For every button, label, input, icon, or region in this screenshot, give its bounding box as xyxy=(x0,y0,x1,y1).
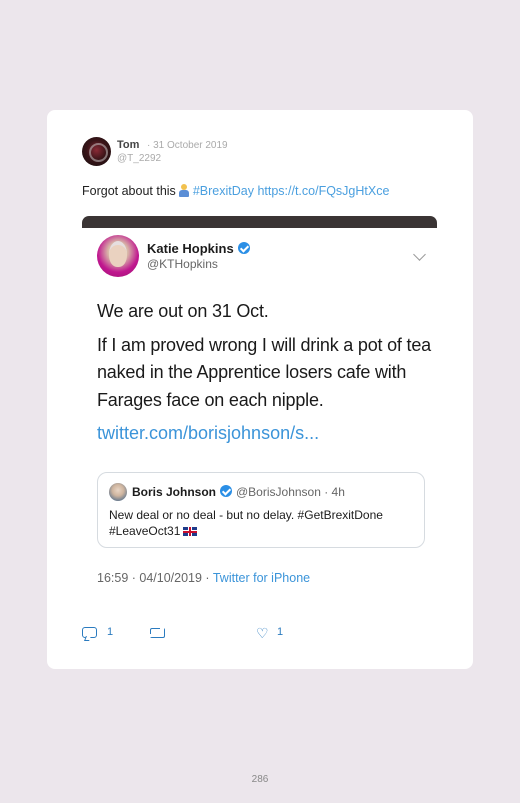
embedded-text-line: We are out on 31 Oct. xyxy=(97,301,269,321)
embedded-author-name-text[interactable]: Katie Hopkins xyxy=(147,241,234,256)
reply-count: 1 xyxy=(107,626,114,638)
embedded-text-line: Farages face on each nipple. xyxy=(97,390,324,410)
embedded-author-handle[interactable]: @KTHopkins xyxy=(147,257,218,271)
tom-avatar[interactable] xyxy=(82,137,111,166)
embedded-tweet-meta: 16:59 · 04/10/2019 · Twitter for iPhone xyxy=(97,571,310,585)
post-author-name[interactable]: Tom xyxy=(117,139,139,151)
embedded-tweet[interactable]: Katie Hopkins @KTHopkins We are out on 3… xyxy=(82,228,437,611)
quoted-author-name[interactable]: Boris Johnson xyxy=(132,485,233,499)
quoted-text-line: New deal or no deal - but no delay. #Get… xyxy=(109,508,383,522)
post-date: · 31 October 2019 xyxy=(147,140,228,151)
action-bar: 1 ♡ 1 xyxy=(82,625,284,641)
quoted-tweet-text: New deal or no deal - but no delay. #Get… xyxy=(109,507,383,539)
embedded-timestamp[interactable]: 16:59 · 04/10/2019 · xyxy=(97,571,210,585)
tweet-card: Tom · 31 October 2019 @T_2292 Forgot abo… xyxy=(47,110,473,669)
post-author-handle[interactable]: @T_2292 xyxy=(117,153,161,164)
like-count: 1 xyxy=(277,626,284,638)
verified-badge-icon xyxy=(237,242,250,254)
quoted-author-name-text[interactable]: Boris Johnson xyxy=(132,485,216,499)
tweet-source-link[interactable]: Twitter for iPhone xyxy=(213,571,310,585)
katie-hopkins-avatar[interactable] xyxy=(97,235,139,277)
person-shrugging-emoji-icon xyxy=(178,184,190,197)
hashtag-link[interactable]: #BrexitDay xyxy=(193,184,254,198)
quoted-author-handle[interactable]: @BorisJohnson · 4h xyxy=(236,485,345,499)
page-number: 286 xyxy=(251,774,269,785)
uk-flag-emoji-icon xyxy=(183,527,198,536)
post-text: Forgot about this #BrexitDay https://t.co… xyxy=(82,184,389,198)
reply-icon[interactable] xyxy=(82,627,97,638)
chevron-down-icon[interactable] xyxy=(413,248,426,261)
embedded-text-line: naked in the Apprentice losers cafe with xyxy=(97,362,407,382)
boris-johnson-avatar[interactable] xyxy=(109,483,127,501)
retweet-icon[interactable] xyxy=(149,626,165,638)
heart-icon[interactable]: ♡ xyxy=(256,626,269,640)
verified-badge-icon xyxy=(220,485,233,497)
embedded-text-line: If I am proved wrong I will drink a pot … xyxy=(97,335,431,355)
embedded-author-name[interactable]: Katie Hopkins xyxy=(147,241,250,256)
embedded-tweet-link[interactable]: twitter.com/borisjohnson/s... xyxy=(97,423,319,444)
quoted-tweet[interactable]: Boris Johnson @BorisJohnson · 4h New dea… xyxy=(97,472,425,548)
post-url-link[interactable]: https://t.co/FQsJgHtXce xyxy=(257,184,389,198)
quoted-text-line: #LeaveOct31 xyxy=(109,524,181,538)
post-text-prefix: Forgot about this xyxy=(82,184,176,198)
